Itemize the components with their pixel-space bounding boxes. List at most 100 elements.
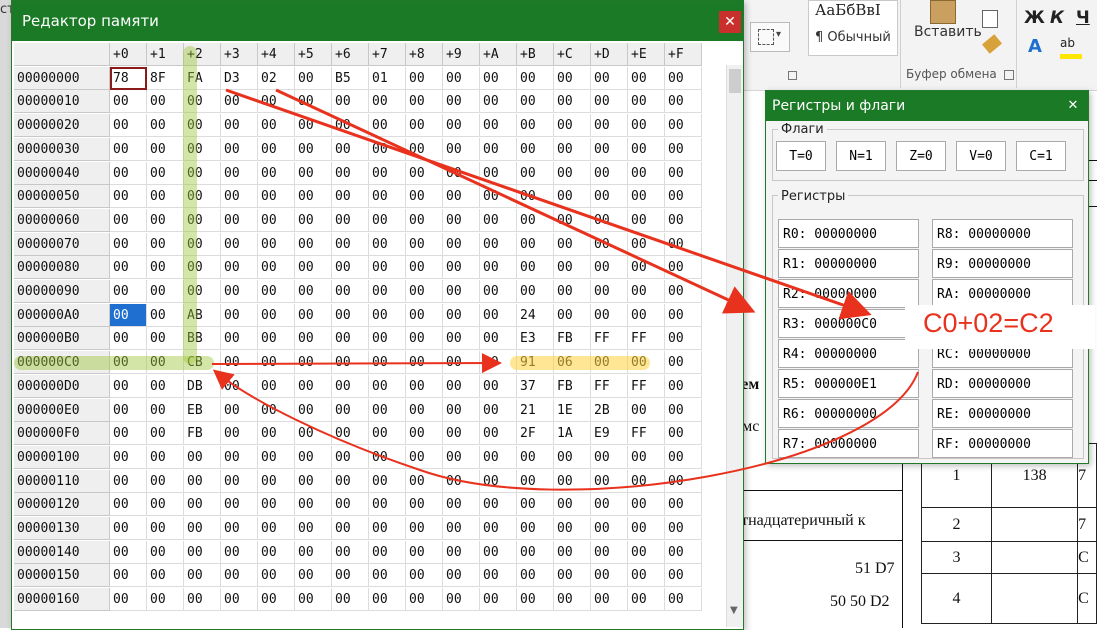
memory-cell[interactable]: 00: [591, 137, 628, 161]
memory-cell[interactable]: 00: [332, 90, 369, 114]
memory-cell[interactable]: 00: [295, 469, 332, 493]
memory-cell[interactable]: 00: [480, 161, 517, 185]
memory-cell[interactable]: 00: [517, 161, 554, 185]
memory-cell[interactable]: 00: [110, 327, 147, 351]
memory-cell[interactable]: 00: [221, 540, 258, 564]
memory-cell[interactable]: 00: [480, 540, 517, 564]
memory-cell[interactable]: FB: [554, 327, 591, 351]
memory-cell[interactable]: 00: [517, 185, 554, 209]
memory-cell[interactable]: 00: [517, 114, 554, 138]
memory-cell[interactable]: 00: [665, 280, 702, 303]
memory-cell[interactable]: 00: [369, 517, 406, 540]
memory-cell[interactable]: 00: [628, 588, 665, 612]
memory-cell[interactable]: 00: [517, 232, 554, 256]
memory-cell[interactable]: 00: [184, 517, 221, 540]
memory-cell[interactable]: 00: [147, 564, 184, 588]
memory-cell[interactable]: 00: [628, 90, 665, 114]
memory-cell[interactable]: 00: [184, 493, 221, 517]
memory-cell[interactable]: 00: [665, 232, 702, 256]
memory-cell[interactable]: 00: [517, 208, 554, 232]
memory-cell[interactable]: 00: [591, 256, 628, 280]
memory-cell[interactable]: 00: [332, 256, 369, 280]
memory-cell[interactable]: 00: [406, 280, 443, 303]
memory-cell[interactable]: 00: [221, 161, 258, 185]
memory-cell[interactable]: 00: [147, 208, 184, 232]
memory-cell[interactable]: 00: [221, 208, 258, 232]
memory-cell[interactable]: 00: [258, 137, 295, 161]
memory-cell[interactable]: EB: [184, 398, 221, 422]
memory-cell[interactable]: 00: [480, 588, 517, 612]
memory-cell[interactable]: 00: [295, 256, 332, 280]
memory-cell[interactable]: 00: [480, 208, 517, 232]
memory-cell[interactable]: 00: [295, 327, 332, 351]
memory-cell[interactable]: 00: [332, 540, 369, 564]
memory-cell[interactable]: 00: [665, 137, 702, 161]
memory-cell[interactable]: 00: [406, 422, 443, 446]
memory-cell[interactable]: 00: [221, 232, 258, 256]
memory-cell[interactable]: FF: [628, 327, 665, 351]
memory-cell[interactable]: 00: [406, 540, 443, 564]
memory-cell[interactable]: 00: [591, 90, 628, 114]
memory-cell[interactable]: 00: [147, 232, 184, 256]
memory-cell[interactable]: 00: [221, 588, 258, 612]
memory-cell[interactable]: 00: [258, 351, 295, 375]
memory-cell[interactable]: 00: [332, 422, 369, 446]
memory-cell[interactable]: 00: [591, 114, 628, 138]
memory-cell[interactable]: 00: [406, 374, 443, 398]
memory-cell[interactable]: 00: [665, 327, 702, 351]
memory-cell[interactable]: 00: [517, 256, 554, 280]
scroll-down-icon[interactable]: ▼: [730, 605, 738, 616]
memory-cell[interactable]: 00: [480, 445, 517, 469]
memory-cell[interactable]: 00: [591, 232, 628, 256]
memory-cell[interactable]: 00: [147, 398, 184, 422]
memory-cell[interactable]: 00: [110, 398, 147, 422]
memory-cell[interactable]: 00: [147, 422, 184, 446]
underline-button[interactable]: Ч: [1076, 8, 1090, 28]
memory-cell[interactable]: 00: [554, 66, 591, 90]
memory-cell[interactable]: 00: [628, 517, 665, 540]
memory-cell[interactable]: 00: [258, 232, 295, 256]
memory-cell[interactable]: 00: [517, 540, 554, 564]
memory-cell[interactable]: 1A: [554, 422, 591, 446]
memory-cell[interactable]: 00: [591, 185, 628, 209]
memory-cell[interactable]: 00: [443, 280, 480, 303]
memory-cell[interactable]: 00: [665, 445, 702, 469]
memory-cell[interactable]: 00: [295, 517, 332, 540]
bold-button[interactable]: Ж: [1024, 8, 1045, 28]
memory-cell[interactable]: 00: [221, 90, 258, 114]
memory-cell[interactable]: 00: [147, 327, 184, 351]
memory-cell[interactable]: 00: [665, 66, 702, 90]
memory-cell[interactable]: 00: [369, 588, 406, 612]
memory-cell[interactable]: 00: [221, 374, 258, 398]
memory-cell[interactable]: 00: [443, 469, 480, 493]
memory-cell[interactable]: 00: [665, 469, 702, 493]
memory-cell[interactable]: 00: [258, 208, 295, 232]
memory-cell[interactable]: 00: [628, 208, 665, 232]
memory-cell[interactable]: 00: [332, 208, 369, 232]
memory-cell[interactable]: 00: [295, 161, 332, 185]
memory-cell[interactable]: 00: [221, 445, 258, 469]
memory-cell[interactable]: 00: [110, 517, 147, 540]
memory-cell[interactable]: 00: [221, 256, 258, 280]
memory-cell[interactable]: 00: [110, 493, 147, 517]
memory-cell[interactable]: 00: [369, 422, 406, 446]
memory-cell[interactable]: 00: [628, 564, 665, 588]
memory-cell[interactable]: 00: [443, 327, 480, 351]
memory-cell[interactable]: 00: [110, 161, 147, 185]
memory-cell[interactable]: 00: [628, 232, 665, 256]
memory-cell[interactable]: 00: [221, 137, 258, 161]
memory-cell[interactable]: 00: [110, 445, 147, 469]
memory-cell[interactable]: 00: [628, 445, 665, 469]
memory-cell[interactable]: 00: [480, 185, 517, 209]
memory-cell[interactable]: 00: [443, 374, 480, 398]
memory-cell[interactable]: 00: [147, 588, 184, 612]
memory-cell[interactable]: 00: [591, 66, 628, 90]
memory-cell[interactable]: 00: [258, 517, 295, 540]
memory-cell[interactable]: 00: [221, 351, 258, 375]
memory-cell[interactable]: 00: [443, 351, 480, 375]
vertical-scrollbar[interactable]: ▼: [726, 65, 743, 627]
memory-cell[interactable]: 00: [221, 493, 258, 517]
memory-cell[interactable]: FF: [628, 374, 665, 398]
memory-cell[interactable]: 00: [110, 185, 147, 209]
memory-cell[interactable]: 00: [628, 493, 665, 517]
